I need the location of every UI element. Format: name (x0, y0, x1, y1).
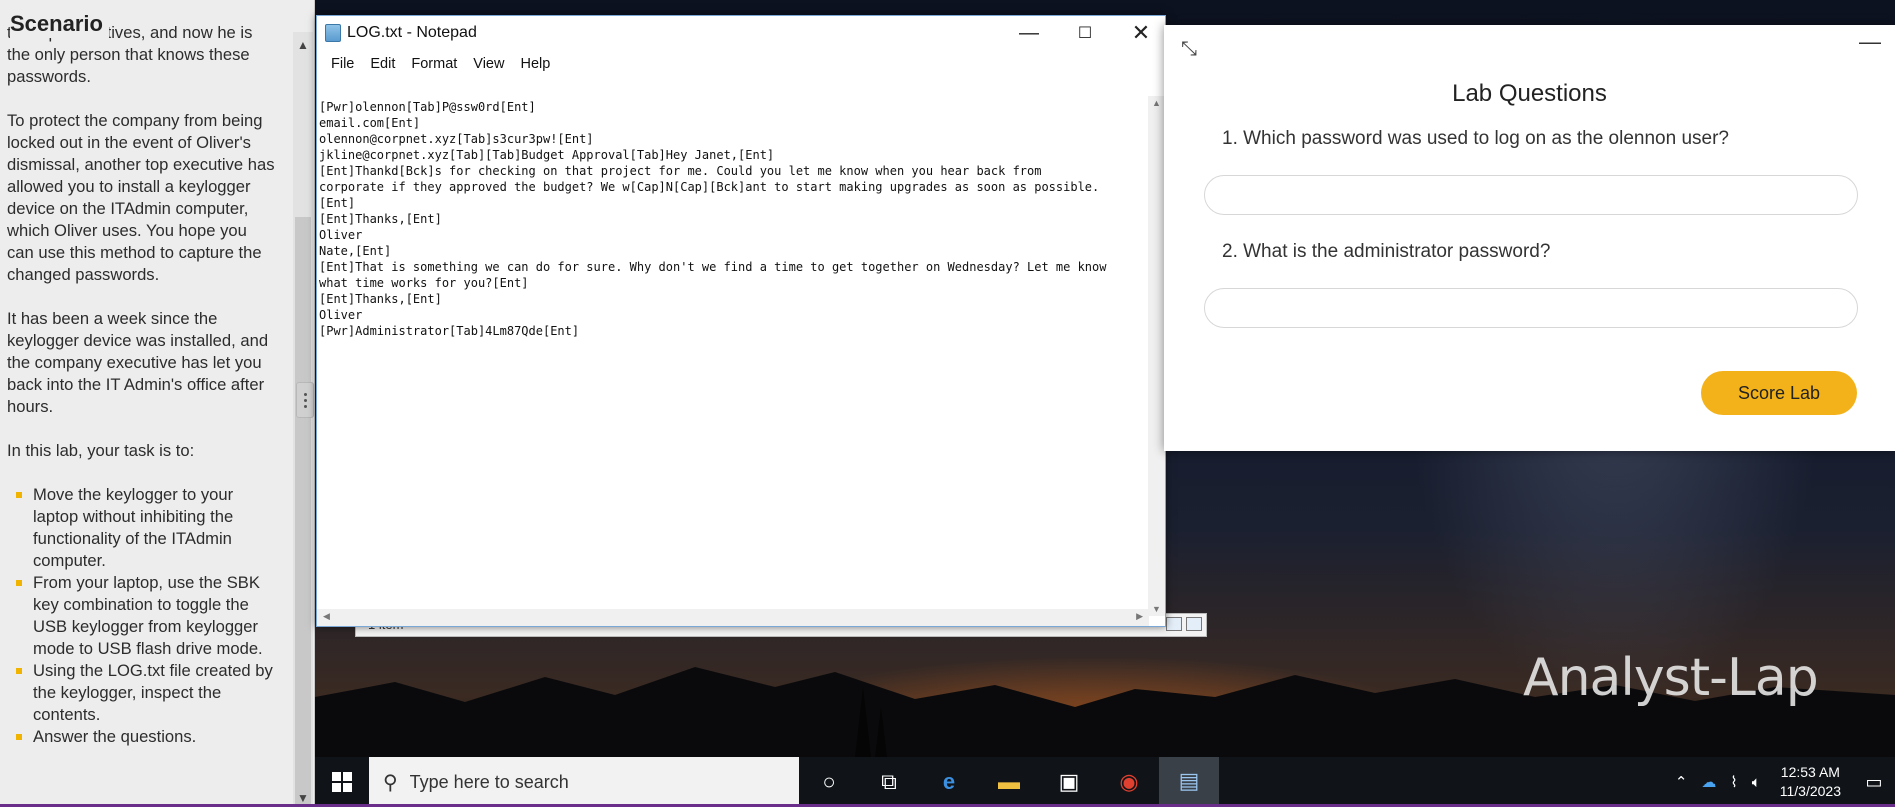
task-item: Using the LOG.txt file created by the ke… (16, 660, 275, 726)
scenario-panel: Scenario the top executives, and now he … (0, 0, 315, 807)
horizontal-scrollbar[interactable]: ◀ ▶ (317, 609, 1149, 626)
clock-time: 12:53 AM (1780, 764, 1840, 780)
taskbar-search-box[interactable]: ⚲ Type here to search (369, 757, 799, 807)
start-button[interactable] (315, 757, 369, 807)
vertical-scrollbar[interactable]: ▲ ▼ (1148, 96, 1165, 616)
edge-icon[interactable]: e (919, 757, 979, 807)
answer-2-input[interactable] (1204, 288, 1858, 328)
scenario-body: the top executives, and now he is the on… (7, 22, 275, 748)
menu-file[interactable]: File (323, 56, 362, 72)
task-item: Move the keylogger to your laptop withou… (16, 484, 275, 572)
lab-title: Lab Questions (1452, 80, 1607, 107)
minimize-button[interactable]: — (1001, 16, 1057, 50)
network-icon[interactable]: ⌇ (1723, 773, 1744, 791)
task-view-icon[interactable]: ⧉ (859, 757, 919, 807)
question-2: 2. What is the administrator password? (1222, 241, 1551, 262)
collapse-icon[interactable]: ⤡ (1181, 38, 1197, 61)
task-item: From your laptop, use the SBK key combin… (16, 572, 275, 660)
large-icons-view-icon[interactable] (1186, 617, 1202, 631)
text-editor-area[interactable]: [Pwr]olennon[Tab]P@ssw0rd[Ent] email.com… (317, 81, 1149, 601)
close-button[interactable]: ✕ (1113, 16, 1169, 50)
clock-date: 11/3/2023 (1779, 783, 1841, 799)
scroll-up-icon[interactable]: ▲ (1152, 98, 1161, 108)
search-icon: ⚲ (383, 771, 398, 794)
onedrive-icon[interactable]: ☁ (1694, 773, 1723, 791)
question-1: 1. Which password was used to log on as … (1222, 128, 1729, 149)
notepad-taskbar-icon[interactable]: ▤ (1159, 757, 1219, 807)
taskbar: ⚲ Type here to search ○ ⧉ e ▬ ▣ ◉ ▤ ⌃ ☁ … (315, 757, 1895, 807)
panel-resize-handle[interactable] (296, 382, 314, 418)
scenario-para1: the only person that knows these passwor… (7, 45, 250, 86)
volume-icon[interactable]: 🔈︎ (1745, 774, 1768, 791)
chrome-icon[interactable]: ◉ (1099, 757, 1159, 807)
answer-1-input[interactable] (1204, 175, 1858, 215)
menu-bar: File Edit Format View Help (317, 50, 1165, 78)
minimize-icon[interactable]: — (1859, 29, 1881, 55)
search-placeholder: Type here to search (409, 771, 569, 792)
scenario-para2: To protect the company from being locked… (7, 111, 275, 284)
system-tray: ⌃ ☁ ⌇ 🔈︎ 12:53 AM 11/3/2023 ▭ (1668, 757, 1895, 807)
clock[interactable]: 12:53 AM 11/3/2023 (1768, 763, 1853, 801)
store-icon[interactable]: ▣ (1039, 757, 1099, 807)
notification-icon[interactable]: ▭ (1853, 757, 1895, 807)
menu-edit[interactable]: Edit (362, 56, 403, 72)
chevron-up-icon[interactable]: ⌃ (1668, 773, 1695, 791)
task-list: Move the keylogger to your laptop withou… (7, 484, 275, 748)
cortana-icon[interactable]: ○ (799, 757, 859, 807)
score-lab-button[interactable]: Score Lab (1701, 371, 1857, 415)
menu-help[interactable]: Help (512, 56, 558, 72)
maximize-button[interactable]: ☐ (1057, 16, 1113, 50)
scroll-down-icon[interactable]: ▼ (1152, 604, 1161, 614)
menu-view[interactable]: View (465, 56, 512, 72)
scroll-down-icon[interactable]: ▼ (297, 791, 309, 805)
window-title: LOG.txt - Notepad (347, 24, 477, 41)
menu-format[interactable]: Format (403, 56, 465, 72)
details-view-icon[interactable] (1166, 617, 1182, 631)
scroll-right-icon[interactable]: ▶ (1136, 611, 1143, 622)
scrollbar-thumb[interactable] (295, 217, 311, 807)
scenario-para4: In this lab, your task is to: (7, 441, 195, 460)
notepad-icon (325, 24, 341, 42)
file-explorer-icon[interactable]: ▬ (979, 757, 1039, 807)
scenario-scrollbar[interactable]: ▲ ▼ (293, 32, 313, 807)
scenario-title: Scenario (10, 10, 109, 38)
scenario-para3: It has been a week since the keylogger d… (7, 309, 269, 416)
windows-logo-icon (332, 772, 352, 792)
scroll-up-icon[interactable]: ▲ (297, 38, 309, 52)
scroll-left-icon[interactable]: ◀ (323, 611, 330, 622)
task-item: Answer the questions. (16, 726, 275, 748)
computer-name-label: Analyst-Lap (1523, 648, 1819, 708)
lab-questions-panel: ⤡ — Lab Questions 1. Which password was … (1164, 25, 1895, 451)
notepad-window[interactable]: LOG.txt - Notepad — ☐ ✕ File Edit Format… (316, 15, 1166, 627)
